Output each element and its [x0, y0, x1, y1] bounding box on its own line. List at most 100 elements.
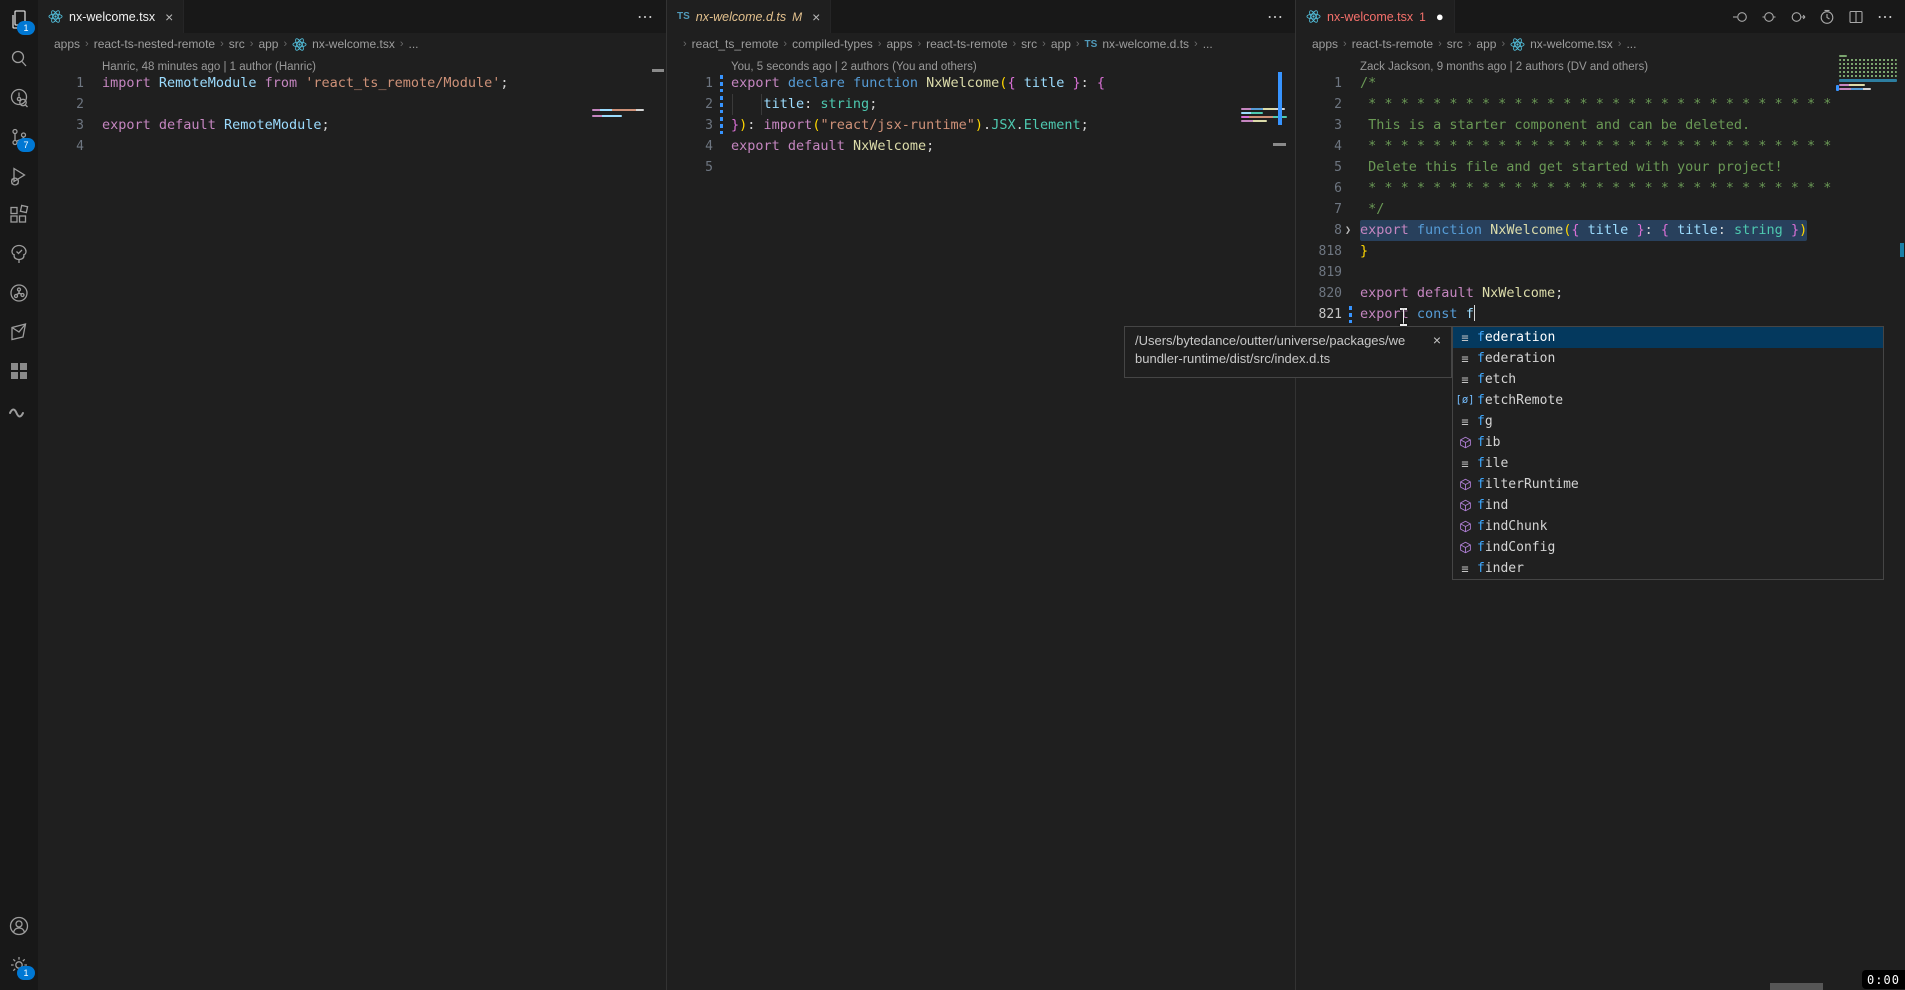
breadcrumb-item[interactable]: nx-welcome.tsx: [1530, 37, 1613, 51]
breadcrumb-item[interactable]: app: [1476, 37, 1496, 51]
symbol-text-icon: ≡: [1461, 353, 1468, 365]
suggest-item[interactable]: fib: [1453, 432, 1883, 453]
gutter-decoration: [1342, 115, 1360, 136]
more-actions-icon[interactable]: ⋯: [1877, 7, 1894, 27]
code-area[interactable]: 1import RemoteModule from 'react_ts_remo…: [38, 73, 666, 157]
fold-chevron-icon[interactable]: ❯: [1345, 220, 1351, 241]
activity-badge: 7: [17, 138, 35, 152]
nav-back-icon[interactable]: [1732, 9, 1748, 25]
code-line: 819: [1296, 262, 1905, 283]
tab-dirty-dot[interactable]: ●: [1436, 9, 1444, 24]
gitlens-clock-icon[interactable]: [1819, 9, 1835, 25]
suggest-item[interactable]: findChunk: [1453, 516, 1883, 537]
tab-close-icon[interactable]: ×: [165, 9, 173, 25]
breadcrumb[interactable]: ›react_ts_remote›compiled-types›apps›rea…: [667, 33, 1296, 55]
breadcrumb-item[interactable]: src: [1021, 37, 1037, 51]
suggest-item-icon: ≡: [1453, 332, 1477, 344]
activity-account-icon[interactable]: [0, 906, 38, 945]
activity-source-control-icon[interactable]: 7: [0, 117, 38, 156]
code-line: 820export default NxWelcome;: [1296, 283, 1905, 304]
breadcrumb-item[interactable]: react-ts-remote: [926, 37, 1007, 51]
activity-run-debug-icon[interactable]: [0, 156, 38, 195]
breadcrumb-separator-icon: ›: [783, 38, 787, 50]
code-line: 4: [38, 136, 666, 157]
breadcrumb-item[interactable]: src: [229, 37, 245, 51]
gutter-decoration: [713, 136, 731, 157]
breadcrumb-item[interactable]: react_ts_remote: [692, 37, 779, 51]
code-line: 4export default NxWelcome;: [667, 136, 1296, 157]
codelens[interactable]: Zack Jackson, 9 months ago | 2 authors (…: [1296, 55, 1905, 73]
suggest-item-label: file: [1477, 456, 1508, 471]
codelens[interactable]: Hanric, 48 minutes ago | 1 author (Hanri…: [38, 55, 666, 73]
suggest-item[interactable]: findConfig: [1453, 537, 1883, 558]
breadcrumb-item[interactable]: react-ts-nested-remote: [94, 37, 215, 51]
activity-explorer-icon[interactable]: 1: [0, 0, 38, 39]
code-area[interactable]: 1/*2 * * * * * * * * * * * * * * * * * *…: [1296, 73, 1905, 325]
activity-search-icon[interactable]: [0, 39, 38, 78]
breadcrumb-item[interactable]: apps: [54, 37, 80, 51]
line-number: 3: [38, 115, 84, 136]
breadcrumb-item[interactable]: apps: [1312, 37, 1338, 51]
breadcrumb[interactable]: apps›react-ts-nested-remote›src›app›nx-w…: [38, 33, 666, 55]
breadcrumb-item[interactable]: nx-welcome.tsx: [312, 37, 395, 51]
breadcrumb-item[interactable]: app: [258, 37, 278, 51]
breadcrumb-item[interactable]: app: [1051, 37, 1071, 51]
code-line: 2: [38, 94, 666, 115]
code-text: export default NxWelcome;: [1360, 283, 1563, 304]
overview-ruler-mark: [1900, 243, 1904, 257]
suggest-item[interactable]: [ø]fetchRemote: [1453, 390, 1883, 411]
activity-blocks-icon[interactable]: [0, 351, 38, 390]
tab-nx-welcome-tsx-right[interactable]: nx-welcome.tsx1●: [1296, 0, 1455, 33]
suggest-item-icon: ≡: [1453, 353, 1477, 365]
suggest-item[interactable]: find: [1453, 495, 1883, 516]
suggest-item[interactable]: ≡fg: [1453, 411, 1883, 432]
suggest-item[interactable]: filterRuntime: [1453, 474, 1883, 495]
suggest-item[interactable]: ≡file: [1453, 453, 1883, 474]
more-actions-icon[interactable]: ⋯: [1267, 7, 1284, 27]
code-area[interactable]: 1export declare function NxWelcome({ tit…: [667, 73, 1296, 178]
breadcrumb-item[interactable]: compiled-types: [792, 37, 873, 51]
code-line: 3}): import("react/jsx-runtime").JSX.Ele…: [667, 115, 1296, 136]
codelens[interactable]: You, 5 seconds ago | 2 authors (You and …: [667, 55, 1296, 73]
close-icon[interactable]: ×: [1433, 333, 1441, 347]
activity-todo-tree-icon[interactable]: [0, 234, 38, 273]
circle-forward-icon[interactable]: [1790, 9, 1806, 25]
code-text: * * * * * * * * * * * * * * * * * * * * …: [1360, 136, 1831, 157]
activity-squiggle-icon[interactable]: [0, 390, 38, 429]
suggest-item-icon: ≡: [1453, 416, 1477, 428]
suggest-detail-path-line1: /Users/bytedance/outter/universe/package…: [1135, 333, 1427, 348]
suggest-item[interactable]: ≡federation: [1453, 327, 1883, 348]
breadcrumb-item[interactable]: apps: [886, 37, 912, 51]
breadcrumb-item[interactable]: src: [1447, 37, 1463, 51]
circle-icon[interactable]: [1761, 9, 1777, 25]
activity-settings-icon[interactable]: 1: [0, 945, 38, 984]
breadcrumb-item[interactable]: ...: [409, 37, 419, 51]
recording-timer: 0:00: [1862, 970, 1905, 989]
tab-nx-welcome-dts[interactable]: TSnx-welcome.d.tsM×: [667, 0, 831, 33]
code-text: This is a starter component and can be d…: [1360, 115, 1750, 136]
split-editor-icon[interactable]: [1848, 9, 1864, 25]
line-number: 821: [1296, 304, 1342, 325]
code-line: 2 title: string;: [667, 94, 1296, 115]
more-actions-icon[interactable]: ⋯: [637, 7, 654, 27]
activity-gitlens-icon[interactable]: [0, 78, 38, 117]
breadcrumb-item[interactable]: nx-welcome.d.ts: [1102, 37, 1189, 51]
tab-nx-welcome-tsx-left[interactable]: nx-welcome.tsx×: [38, 0, 184, 33]
symbol-method-icon: [1459, 478, 1472, 491]
activity-extensions-icon[interactable]: [0, 195, 38, 234]
suggest-item[interactable]: ≡ federation: [1453, 348, 1883, 369]
breadcrumb-separator-icon: ›: [250, 38, 254, 50]
tab-close-icon[interactable]: ×: [812, 9, 820, 25]
activity-nx-console-icon[interactable]: [0, 312, 38, 351]
suggest-item-label: federation: [1477, 351, 1555, 366]
editor-actions: ⋯: [637, 0, 666, 33]
breadcrumb-item[interactable]: react-ts-remote: [1352, 37, 1433, 51]
gutter-decoration: [1342, 304, 1360, 325]
breadcrumb-item[interactable]: ...: [1203, 37, 1213, 51]
breadcrumb-item[interactable]: ...: [1626, 37, 1636, 51]
breadcrumb[interactable]: apps›react-ts-remote›src›app›nx-welcome.…: [1296, 33, 1905, 55]
gutter-decoration: [1342, 262, 1360, 283]
suggest-item[interactable]: ≡fetch: [1453, 369, 1883, 390]
suggest-item[interactable]: ≡finder: [1453, 558, 1883, 579]
activity-git-graph-icon[interactable]: [0, 273, 38, 312]
